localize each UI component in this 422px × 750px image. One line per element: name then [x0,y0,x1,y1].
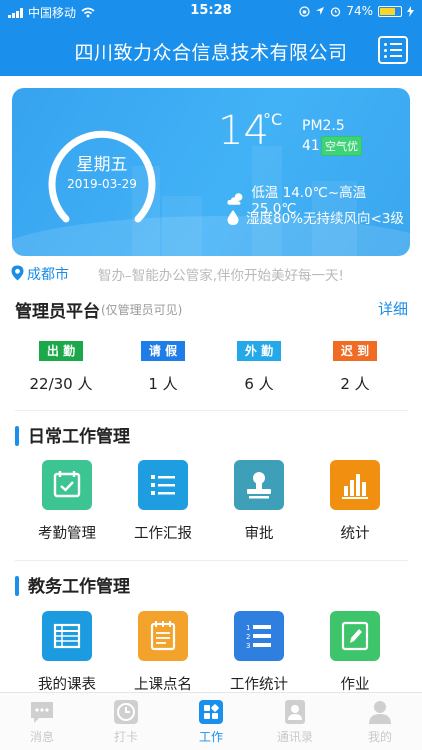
tile-work-stats[interactable]: 123 工作统计 [211,611,307,694]
charging-icon [407,5,414,17]
top-bar: 中国移动 15:28 74% 四川致力众合信息技术有限公司 [0,0,422,76]
pm25-value: 41 [302,138,320,154]
tab-label: 打卡 [113,730,138,744]
stat-attendance[interactable]: 出 勤 22/30 人 [21,340,101,394]
detail-link[interactable]: 详细 [378,298,408,319]
tab-mine[interactable]: 我的 [338,697,422,745]
cloud-sun-icon [227,193,243,205]
message-icon [29,699,55,725]
timetable-icon [42,611,92,661]
section-teaching-title: 教务工作管理 [28,577,130,597]
tab-work[interactable]: 工作 [169,697,253,745]
svg-text:3: 3 [246,642,250,650]
stat-tag: 请 假 [141,341,185,361]
tile-label: 作业 [340,677,370,693]
admin-title: 管理员平台 [15,302,100,322]
clock-icon [113,699,139,725]
report-list-icon [138,460,188,510]
tile-label: 工作汇报 [134,526,192,542]
date-label: 2019-03-29 [67,177,137,191]
numbered-list-icon: 123 [234,611,284,661]
tile-work-report[interactable]: 工作汇报 [115,460,211,543]
tile-label: 统计 [340,526,370,542]
tab-label: 我的 [367,730,392,744]
page-title: 四川致力众合信息技术有限公司 [74,42,348,64]
location-row: 成都市 智办–智能办公管家,伴你开始美好每一天! [0,262,422,284]
person-icon [367,699,393,725]
battery-icon [378,5,402,17]
bar-chart-icon [330,460,380,510]
tab-label: 工作 [198,730,223,744]
status-bar: 中国移动 15:28 74% [0,0,422,22]
weekday-label: 星期五 [76,155,128,175]
temperature-value: 14 [218,108,269,154]
stat-value: 22/30 人 [29,375,93,393]
tab-checkin[interactable]: 打卡 [84,697,168,745]
tab-label: 消息 [29,730,54,744]
section-daily-header: 日常工作管理 [15,422,130,447]
rotation-lock-icon [299,5,310,17]
section-teaching-header: 教务工作管理 [15,572,130,597]
alarm-icon [331,6,341,17]
grid-icon [198,699,224,725]
humidity-wind: 湿度80%无持续风向<3级 [246,211,404,227]
tile-label: 我的课表 [38,677,96,693]
roll-call-icon [138,611,188,661]
tab-label: 通讯录 [276,730,313,744]
tile-homework[interactable]: 作业 [307,611,403,694]
svg-text:2: 2 [246,633,250,641]
section-daily-title: 日常工作管理 [28,427,130,447]
tile-attendance[interactable]: 考勤管理 [19,460,115,543]
admin-subtitle: (仅管理员可见) [101,303,183,317]
stat-late[interactable]: 迟 到 2 人 [315,340,395,394]
tile-approval[interactable]: 审批 [211,460,307,543]
stat-value: 1 人 [148,375,178,393]
tile-label: 上课点名 [134,677,192,693]
calendar-check-icon [42,460,92,510]
stat-value: 6 人 [244,375,274,393]
contacts-icon [282,699,308,725]
location-pin-icon [11,265,24,281]
city-label[interactable]: 成都市 [27,264,69,284]
svg-text:1: 1 [246,624,250,632]
battery-percent: 74% [346,4,373,18]
water-drop-icon [227,209,239,225]
tab-bar: 消息 打卡 工作 通讯录 我的 [0,692,422,750]
tile-timetable[interactable]: 我的课表 [19,611,115,694]
air-quality-badge: 空气优 [321,136,362,156]
stat-value: 2 人 [340,375,370,393]
stat-tag: 迟 到 [333,341,377,361]
divider [15,560,408,561]
weather-card: 星期五 2019-03-29 14 °C PM2.5 41 空气优 低温 14.… [12,88,410,256]
tile-label: 工作统计 [230,677,288,693]
stat-leave[interactable]: 请 假 1 人 [123,340,203,394]
slogan-text: 智办–智能办公管家,伴你开始美好每一天! [98,268,344,284]
stamp-icon [234,460,284,510]
pm25-label: PM2.5 [302,118,345,134]
stat-tag: 出 勤 [39,341,83,361]
tile-roll-call[interactable]: 上课点名 [115,611,211,694]
stat-field-work[interactable]: 外 勤 6 人 [219,340,299,394]
homework-edit-icon [330,611,380,661]
tile-label: 审批 [244,526,274,542]
list-menu-button[interactable] [378,36,408,64]
stat-tag: 外 勤 [237,341,281,361]
tab-messages[interactable]: 消息 [0,697,84,745]
tab-contacts[interactable]: 通讯录 [253,697,337,745]
tile-label: 考勤管理 [38,526,96,542]
temperature-unit: °C [263,110,283,129]
divider [15,410,408,411]
tile-statistics[interactable]: 统计 [307,460,403,543]
location-arrow-icon [316,7,325,15]
